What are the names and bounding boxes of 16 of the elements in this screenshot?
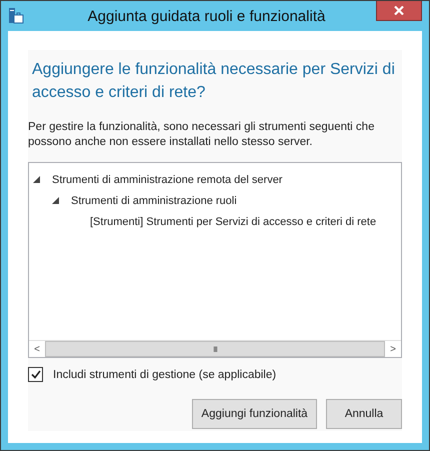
expand-arrow-icon[interactable] [52, 197, 59, 204]
server-toolbox-icon [8, 8, 24, 24]
tree-item[interactable]: Strumenti di amministrazione ruoli [71, 194, 237, 206]
tree-item[interactable]: Strumenti di amministrazione remota del server [52, 174, 282, 186]
dialog-heading: Aggiungere le funzionalità necessarie per Servizi di accesso e criteri di rete? [32, 60, 396, 103]
add-features-button[interactable]: Aggiungi funzionalità [192, 399, 317, 429]
cancel-button[interactable]: Annulla [326, 399, 402, 429]
checkbox-label[interactable]: Includi strumenti di gestione (se applicabile) [53, 368, 276, 380]
window-title: Aggiunta guidata ruoli e funzionalità [86, 8, 326, 24]
checkbox[interactable] [28, 367, 43, 382]
close-icon [394, 6, 404, 15]
expand-arrow-icon[interactable] [33, 176, 40, 183]
description-text: Per gestire la funzionalità, sono necessari gli strumenti seguenti che possono anche non essere installati nello stesso server. [28, 120, 376, 150]
close-button[interactable] [376, 1, 422, 21]
scrollbar-thumb[interactable]: III [45, 341, 385, 357]
tree-item[interactable]: [Strumenti] Strumenti per Servizi di accesso e criteri di rete [90, 216, 376, 228]
